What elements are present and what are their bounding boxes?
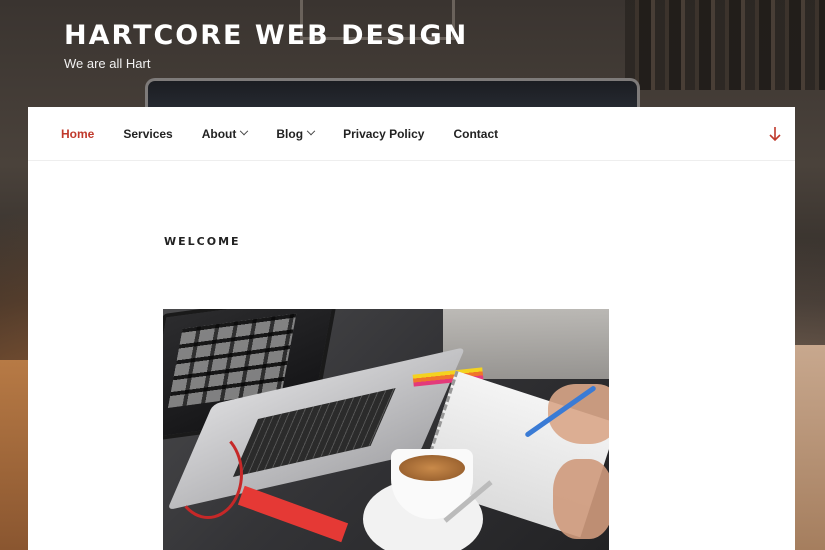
chevron-down-icon (240, 126, 249, 135)
nav-item-label: Blog (276, 126, 304, 141)
site-description: We are all Hart (64, 56, 151, 71)
main-navigation: Home Services About Blog Privacy Policy … (28, 107, 795, 161)
page-title: WELCOME (164, 235, 241, 248)
content-panel: Home Services About Blog Privacy Policy … (28, 107, 795, 550)
image-red-cable (173, 429, 243, 519)
nav-item-label: About (201, 126, 237, 141)
nav-item-label: Contact (453, 126, 499, 141)
nav-item-services[interactable]: Services (123, 127, 172, 141)
nav-item-blog[interactable]: Blog (276, 126, 316, 141)
background-table-left (0, 360, 30, 550)
chevron-down-icon (306, 126, 316, 135)
nav-item-label: Home (61, 126, 95, 141)
image-red-object (237, 485, 349, 543)
featured-image (163, 309, 609, 550)
image-coffee (399, 455, 465, 481)
nav-item-about[interactable]: About (201, 126, 249, 141)
site-title[interactable]: HARTCORE WEB DESIGN (64, 20, 468, 52)
arrow-down-icon (769, 127, 781, 142)
nav-item-label: Privacy Policy (343, 126, 425, 141)
scroll-down-button[interactable] (767, 124, 783, 144)
nav-item-contact[interactable]: Contact (453, 127, 498, 141)
nav-item-label: Services (123, 126, 173, 141)
nav-item-privacy-policy[interactable]: Privacy Policy (343, 127, 424, 141)
image-hand-lower (553, 459, 609, 539)
site-branding: HARTCORE WEB DESIGN We are all Hart (64, 20, 468, 71)
nav-item-home[interactable]: Home (61, 127, 94, 141)
background-bookshelf (625, 0, 825, 90)
background-table-right (793, 345, 825, 550)
